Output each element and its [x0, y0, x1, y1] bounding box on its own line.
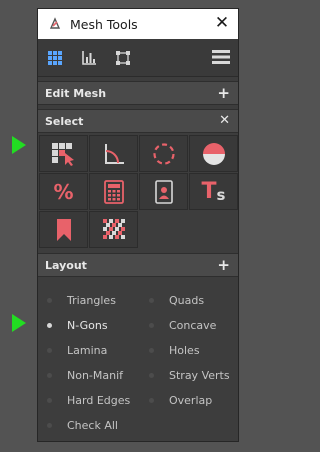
layout-option-label: Concave — [169, 319, 217, 332]
text-size-big-glyph: T — [201, 178, 217, 204]
toolbar — [38, 39, 238, 77]
select-grid-cursor-icon — [51, 142, 74, 166]
text-size-small-glyph: s — [216, 185, 226, 204]
text-size-button[interactable]: T s — [189, 173, 238, 210]
radio-dot-icon[interactable] — [47, 298, 52, 303]
layout-option-hard-edges[interactable]: Hard Edges — [47, 388, 149, 413]
bookmark-button[interactable] — [39, 211, 88, 248]
app-icon — [49, 17, 61, 29]
radio-dot-icon[interactable] — [47, 373, 52, 378]
layout-option-holes[interactable]: Holes — [149, 338, 249, 363]
layout-option-concave[interactable]: Concave — [149, 313, 249, 338]
layout-option-overlap[interactable]: Overlap — [149, 388, 249, 413]
layout-option-quads[interactable]: Quads — [149, 288, 249, 313]
calculator-icon — [103, 179, 124, 204]
layout-option-lamina[interactable]: Lamina — [47, 338, 149, 363]
text-size-icon: T s — [201, 178, 226, 204]
layout-option-label: Quads — [169, 294, 205, 307]
half-circle-icon — [202, 142, 225, 165]
radio-dot-icon[interactable] — [149, 373, 154, 378]
layout-option-label: Triangles — [67, 294, 116, 307]
calculator-button[interactable] — [89, 173, 138, 210]
radio-dot-icon[interactable] — [47, 398, 52, 403]
percent-button[interactable]: % — [39, 173, 88, 210]
layout-option-label: N-Gons — [67, 319, 108, 332]
section-edit-mesh[interactable]: Edit Mesh + — [38, 81, 238, 105]
radio-dot-icon[interactable] — [149, 348, 154, 353]
collapse-select-button[interactable]: ✕ — [219, 113, 230, 129]
dashed-circle-icon — [152, 142, 175, 165]
layout-option-non-manif[interactable]: Non-Manif — [47, 363, 149, 388]
radio-dot-icon[interactable] — [47, 348, 52, 353]
expand-layout-button[interactable]: + — [217, 257, 230, 273]
layout-option-label: Non-Manif — [67, 369, 124, 382]
radio-dot-icon[interactable] — [149, 323, 154, 328]
half-circle-button[interactable] — [189, 135, 238, 172]
pointer-marker-ngons — [12, 314, 26, 332]
section-layout[interactable]: Layout + — [38, 253, 238, 277]
layout-option-label: Lamina — [67, 344, 108, 357]
layout-option-label: Stray Verts — [169, 369, 230, 382]
select-tools-grid: % T s — [38, 133, 238, 251]
id-badge-icon — [154, 179, 173, 204]
bounding-box-icon[interactable] — [112, 47, 134, 69]
expand-edit-mesh-button[interactable]: + — [217, 85, 230, 101]
dashed-circle-button[interactable] — [139, 135, 188, 172]
layout-options: Triangles Quads N-Gons Concave Lamina Holes No… — [38, 277, 238, 438]
angle-button[interactable] — [89, 135, 138, 172]
angle-icon — [104, 143, 124, 164]
stats-icon[interactable] — [78, 47, 100, 69]
mesh-tools-window: Mesh Tools ✕ Edit Mesh + Select ✕ % T s … — [37, 8, 239, 442]
percent-icon: % — [53, 179, 74, 204]
layout-option-label: Check All — [67, 419, 118, 432]
section-select-label: Select — [45, 114, 84, 128]
section-layout-label: Layout — [45, 258, 87, 272]
checker-diamond-button[interactable] — [89, 211, 138, 248]
radio-dot-icon[interactable] — [149, 298, 154, 303]
empty-cell — [139, 211, 188, 248]
checker-diamond-icon — [102, 218, 125, 239]
layout-option-stray-verts[interactable]: Stray Verts — [149, 363, 249, 388]
section-select[interactable]: Select ✕ — [38, 109, 238, 133]
hamburger-menu-icon[interactable] — [212, 49, 230, 69]
layout-option-label: Holes — [169, 344, 200, 357]
id-badge-button[interactable] — [139, 173, 188, 210]
layout-option-n-gons[interactable]: N-Gons — [47, 313, 149, 338]
bookmark-icon — [56, 218, 71, 241]
grid-icon[interactable] — [44, 47, 66, 69]
layout-option-check-all[interactable]: Check All — [47, 413, 149, 438]
layout-option-triangles[interactable]: Triangles — [47, 288, 149, 313]
radio-dot-icon[interactable] — [47, 423, 52, 428]
layout-option-label: Overlap — [169, 394, 213, 407]
section-edit-mesh-label: Edit Mesh — [45, 86, 107, 100]
window-title: Mesh Tools — [70, 16, 138, 32]
close-icon[interactable]: ✕ — [214, 15, 230, 32]
select-grid-cursor-button[interactable] — [39, 135, 88, 172]
title-bar: Mesh Tools ✕ — [38, 9, 238, 39]
radio-dot-icon[interactable] — [149, 398, 154, 403]
empty-cell — [189, 211, 238, 248]
pointer-marker-select — [12, 136, 26, 154]
layout-option-label: Hard Edges — [67, 394, 131, 407]
radio-dot-icon[interactable] — [47, 323, 52, 328]
